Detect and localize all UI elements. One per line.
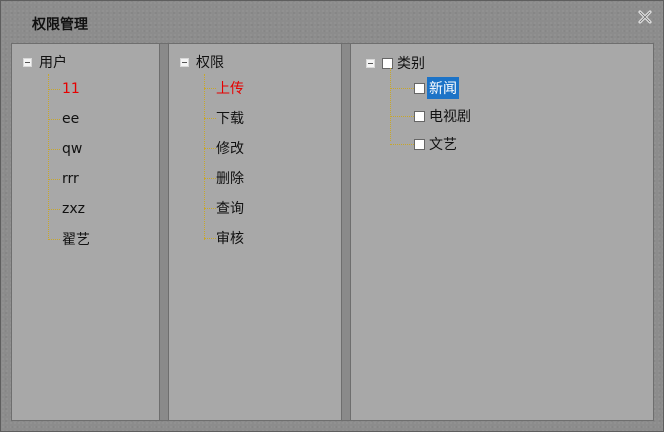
close-icon[interactable] [637,9,653,25]
collapse-toggle-icon[interactable] [366,58,375,68]
permissions-root-label: 权限 [196,55,224,71]
tree-connector-line [48,74,49,240]
users-root-label: 用户 [39,55,67,71]
category-item-news[interactable]: 新闻 [390,77,459,99]
dialog-title: 权限管理 [32,17,88,33]
tree-connector-line [204,74,205,240]
category-checkbox[interactable] [414,82,425,94]
category-item-tv-series[interactable]: 电视剧 [390,105,473,127]
category-item-arts[interactable]: 文艺 [390,133,459,155]
users-panel: 用户 11 ee qw rrr zxz 翟艺 [12,44,159,420]
panels-container: 用户 11 ee qw rrr zxz 翟艺 权限 上传 下载 修改 删除 查询… [11,43,654,421]
permission-dialog: 权限管理 用户 11 ee qw rrr zxz 翟艺 权限 上传 下载 修改 … [0,0,664,432]
permissions-root-node[interactable]: 权限 [180,52,224,72]
collapse-toggle-icon[interactable] [23,57,32,67]
permissions-panel: 权限 上传 下载 修改 删除 查询 审核 [169,44,341,420]
category-root-checkbox[interactable] [382,57,393,69]
collapse-toggle-icon[interactable] [180,57,189,67]
categories-panel: 类别 新闻 电视剧 文艺 [351,44,653,420]
users-root-node[interactable]: 用户 [23,52,67,72]
splitter-left[interactable] [159,44,169,420]
splitter-right[interactable] [341,44,351,420]
category-checkbox[interactable] [414,110,425,122]
categories-root-node[interactable]: 类别 [366,52,427,74]
category-checkbox[interactable] [414,138,425,150]
categories-root-label: 类别 [397,56,425,72]
